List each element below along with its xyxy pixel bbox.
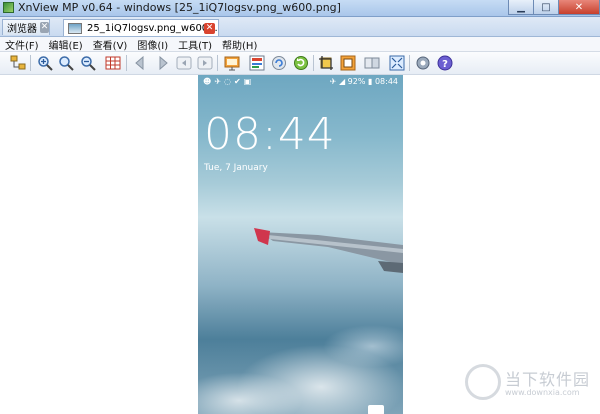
tab-bar: 浏览器 ✕ 25_1iQ7logsv.png_w600... ✕ <box>0 17 600 37</box>
watermark-logo-icon <box>465 364 501 400</box>
toolbar-separator <box>30 55 31 71</box>
rotate-icon[interactable] <box>293 55 309 71</box>
menu-bar: 文件(F) 编辑(E) 查看(V) 图像(I) 工具(T) 帮助(H) <box>0 37 600 52</box>
status-right: ✈ ◢ 92% ▮ 08:44 <box>329 77 398 86</box>
menu-edit[interactable]: 编辑(E) <box>44 37 88 52</box>
settings-icon[interactable] <box>415 55 431 71</box>
title-bar: XnView MP v0.64 - windows [25_1iQ7logsv.… <box>0 0 600 17</box>
tab-browser-close-icon[interactable]: ✕ <box>40 22 49 33</box>
status-bar: ☻✈◌✔▣ ✈ ◢ 92% ▮ 08:44 <box>198 75 403 89</box>
toolbar-separator <box>217 55 218 71</box>
watermark: 当下软件园 www.downxia.com <box>465 364 595 406</box>
last-icon[interactable] <box>197 55 213 71</box>
menu-file[interactable]: 文件(F) <box>0 37 44 52</box>
back-icon[interactable] <box>133 55 149 71</box>
watermark-url: www.downxia.com <box>505 388 580 397</box>
menu-view[interactable]: 查看(V) <box>88 37 133 52</box>
tab-image-label: 25_1iQ7logsv.png_w600... <box>87 22 218 34</box>
help-icon[interactable]: ? <box>437 55 453 71</box>
tab-browser-label: 浏览器 <box>7 24 37 35</box>
tab-image[interactable]: 25_1iQ7logsv.png_w600... ✕ <box>63 19 219 36</box>
watermark-title: 当下软件园 <box>505 370 591 389</box>
image-thumbnail-icon <box>68 22 82 34</box>
menu-tools[interactable]: 工具(T) <box>173 37 217 52</box>
info-icon[interactable] <box>249 55 265 71</box>
slideshow-icon[interactable] <box>224 55 240 71</box>
toolbar-separator <box>313 55 314 71</box>
close-window-button[interactable]: ✕ <box>558 0 600 15</box>
camera-icon <box>368 405 384 414</box>
menu-help[interactable]: 帮助(H) <box>217 37 262 52</box>
zoom-in-icon[interactable] <box>37 55 53 71</box>
resize-icon[interactable] <box>340 55 356 71</box>
forward-icon[interactable] <box>154 55 170 71</box>
svg-text:?: ? <box>442 59 448 70</box>
window-title: XnView MP v0.64 - windows [25_1iQ7logsv.… <box>18 1 341 14</box>
grid-icon[interactable] <box>105 55 121 71</box>
tab-image-close-icon[interactable]: ✕ <box>204 22 215 34</box>
phone-lockscreen-image: ☻✈◌✔▣ ✈ ◢ 92% ▮ 08:44 08:44 Tue, 7 Janua… <box>198 75 403 414</box>
xnview-app-icon <box>3 2 14 13</box>
compare-icon[interactable] <box>364 55 380 71</box>
notification-icons: ☻✈◌✔▣ <box>203 77 255 86</box>
fullscreen-icon[interactable] <box>389 55 405 71</box>
toolbar-separator <box>409 55 410 71</box>
lockscreen-clock: 08:44 <box>204 109 336 160</box>
toolbar-separator <box>126 55 127 71</box>
first-icon[interactable] <box>176 55 192 71</box>
tab-browser[interactable]: 浏览器 ✕ <box>2 19 50 35</box>
crop-icon[interactable] <box>318 55 334 71</box>
toolbar: ? <box>0 52 600 75</box>
window-controls: ▁ □ ✕ <box>508 0 600 15</box>
menu-image[interactable]: 图像(I) <box>132 37 173 52</box>
lockscreen-date: Tue, 7 January <box>204 163 268 173</box>
tree-icon[interactable] <box>10 55 26 71</box>
zoom-out-icon[interactable] <box>80 55 96 71</box>
refresh-icon[interactable] <box>271 55 287 71</box>
maximize-button[interactable]: □ <box>533 0 559 15</box>
zoom-fit-icon[interactable] <box>58 55 74 71</box>
minimize-button[interactable]: ▁ <box>508 0 534 15</box>
